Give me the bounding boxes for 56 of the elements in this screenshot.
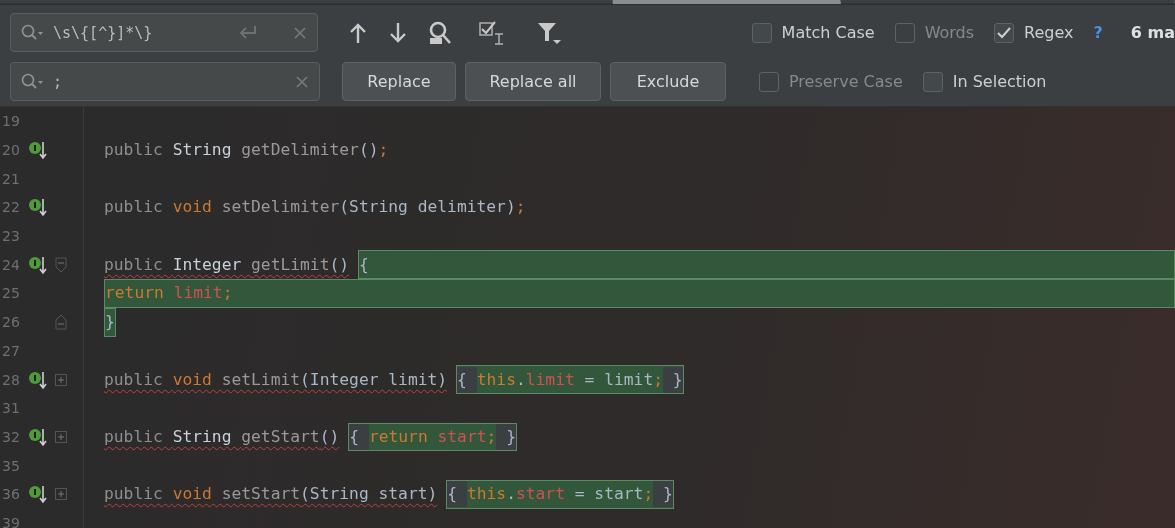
- line-number: 19: [1, 113, 21, 130]
- code-line: public Integer getLimit(): [104, 253, 350, 276]
- search-icon[interactable]: [21, 72, 45, 91]
- option-checkbox[interactable]: Match Case: [751, 22, 875, 43]
- implements-icon[interactable]: [27, 369, 48, 390]
- line-number: 21: [1, 170, 21, 187]
- implements-icon[interactable]: [27, 140, 48, 161]
- code-line: public String getDelimiter();: [104, 139, 389, 162]
- replace-button[interactable]: Replace: [342, 62, 456, 101]
- line-number: 31: [1, 400, 21, 417]
- option-checkbox[interactable]: In Selection: [922, 71, 1047, 92]
- match-highlight: {: [358, 250, 1175, 280]
- line-number: 36: [1, 486, 21, 503]
- code-line: public void setStart(String start): [104, 483, 438, 506]
- expand-icon[interactable]: [55, 373, 68, 386]
- fold-icon[interactable]: [55, 256, 68, 273]
- implements-icon[interactable]: [27, 254, 48, 275]
- select-matches-icon[interactable]: [477, 19, 506, 46]
- line-number: 20: [1, 142, 21, 159]
- line-number: 39: [1, 514, 21, 528]
- regex-help-link[interactable]: ?: [1093, 23, 1103, 42]
- implements-icon[interactable]: [27, 426, 48, 447]
- line-number: 28: [1, 371, 21, 388]
- fold-icon[interactable]: [55, 314, 68, 331]
- line-number: 27: [1, 342, 21, 359]
- code-line: public void setDelimiter(String delimiter);: [104, 196, 526, 219]
- line-number: 32: [1, 428, 21, 445]
- close-icon[interactable]: [292, 25, 307, 40]
- search-icon[interactable]: [21, 23, 45, 42]
- line-number: 23: [1, 228, 21, 245]
- replace-field[interactable]: ;: [10, 62, 320, 101]
- match-highlight: { this.limit = limit; }: [456, 365, 684, 394]
- option-checkbox[interactable]: Regex: [994, 22, 1074, 43]
- line-number: 26: [1, 314, 21, 331]
- replace-button[interactable]: Replace all: [465, 62, 601, 101]
- implements-icon[interactable]: [27, 484, 48, 505]
- line-number: 22: [1, 199, 21, 216]
- replace-button[interactable]: Exclude: [610, 62, 726, 101]
- expand-icon[interactable]: [55, 430, 68, 443]
- match-highlight: }: [104, 307, 116, 337]
- search-field[interactable]: \s\{[^}]*\}: [10, 13, 318, 52]
- match-count: 6 ma: [1130, 23, 1175, 42]
- match-highlight: { this.start = start; }: [446, 479, 674, 509]
- search-all-icon[interactable]: [427, 20, 452, 45]
- arrow-down-icon[interactable]: [387, 21, 408, 44]
- close-icon[interactable]: [295, 74, 309, 89]
- line-number: 24: [1, 256, 21, 273]
- expand-icon[interactable]: [55, 488, 68, 501]
- line-number: 35: [1, 457, 21, 474]
- code-line: public String getStart(): [104, 425, 340, 448]
- implements-icon[interactable]: [27, 197, 48, 218]
- match-highlight: return limit;: [104, 279, 1175, 308]
- check-icon: [997, 26, 1012, 39]
- line-number: 25: [1, 285, 21, 302]
- match-highlight: { return start; }: [348, 422, 517, 452]
- code-line: public void setLimit(Integer limit): [104, 368, 448, 391]
